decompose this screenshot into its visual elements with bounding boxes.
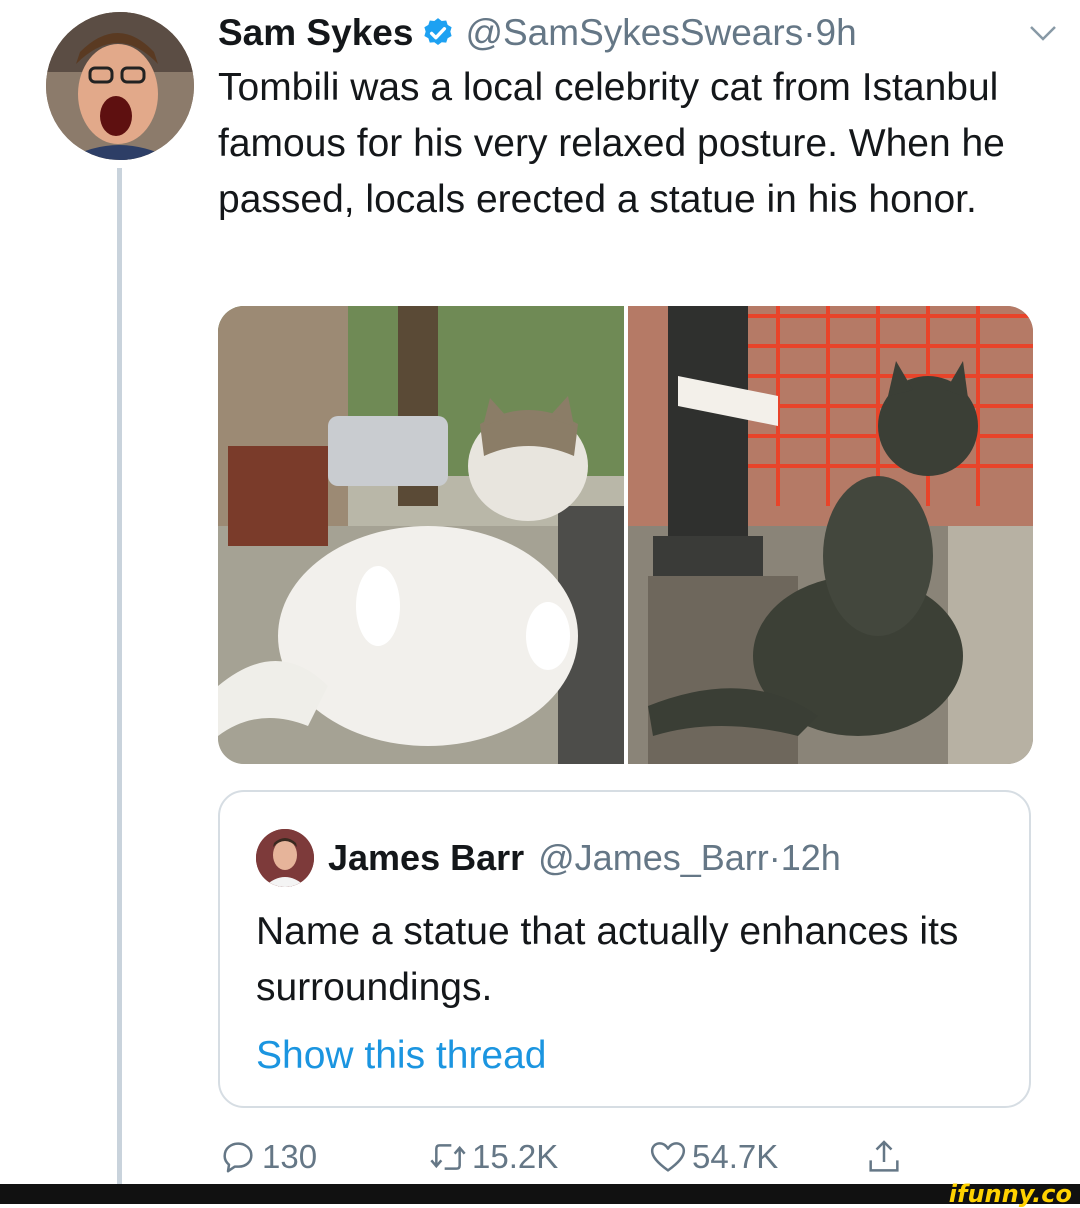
- quoted-tweet-time[interactable]: 12h: [781, 837, 841, 879]
- retweet-icon: [430, 1144, 466, 1170]
- share-button[interactable]: [864, 1132, 908, 1182]
- quoted-time-separator: ·: [768, 837, 781, 878]
- reply-button[interactable]: 130: [218, 1132, 317, 1182]
- reply-count: 130: [262, 1138, 318, 1175]
- like-button[interactable]: 54.7K: [648, 1132, 778, 1182]
- quoted-author-name[interactable]: James Barr: [328, 837, 524, 879]
- time-separator: ·: [803, 12, 816, 53]
- quoted-author-photo: [256, 829, 314, 887]
- chevron-down-icon[interactable]: [1028, 22, 1058, 44]
- tweet-actions: 130 15.2K 54.7K: [218, 1132, 938, 1182]
- quoted-author-handle[interactable]: @James_Barr: [538, 837, 769, 879]
- show-thread-link[interactable]: Show this thread: [256, 1028, 547, 1084]
- thread-connector-line: [117, 168, 122, 1186]
- retweet-button[interactable]: 15.2K: [428, 1132, 558, 1182]
- retweet-count: 15.2K: [472, 1138, 559, 1175]
- tweet-time[interactable]: 9h: [816, 12, 857, 54]
- like-count: 54.7K: [692, 1138, 779, 1175]
- quoted-tweet[interactable]: James Barr @James_Barr · 12h Name a stat…: [218, 790, 1031, 1108]
- watermark-bar: [0, 1184, 1080, 1204]
- author-handle[interactable]: @SamSykesSwears: [465, 12, 803, 54]
- author-photo: [46, 12, 194, 160]
- quoted-tweet-text: Name a statue that actually enhances its…: [256, 910, 959, 1009]
- quoted-tweet-header: James Barr @James_Barr · 12h: [256, 828, 841, 888]
- statue-photo: [628, 306, 1033, 764]
- share-icon: [869, 1140, 899, 1172]
- reply-icon: [223, 1142, 253, 1173]
- author-avatar[interactable]: [46, 12, 194, 160]
- verified-badge-icon: [424, 18, 453, 46]
- quoted-author-avatar[interactable]: [256, 829, 314, 887]
- like-icon: [650, 1142, 686, 1172]
- tweet-text: Tombili was a local celebrity cat from I…: [218, 66, 1005, 221]
- tweet-header: Sam Sykes @SamSykesSwears · 9h: [218, 8, 1058, 58]
- author-name[interactable]: Sam Sykes: [218, 12, 413, 54]
- tweet-media[interactable]: [218, 306, 1033, 764]
- cat-photo: [218, 306, 624, 764]
